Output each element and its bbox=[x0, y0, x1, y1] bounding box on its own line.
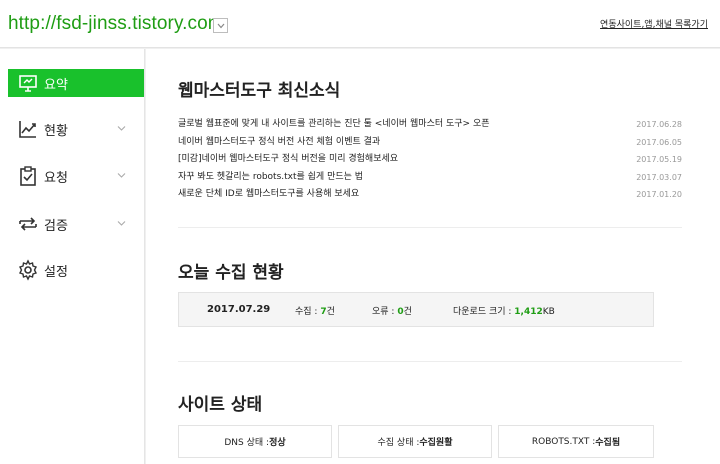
error-count: 오류 : 0건 bbox=[372, 307, 412, 317]
sidebar-item-label: 검증 bbox=[44, 218, 68, 234]
list-item[interactable]: [미감]네이버 웹마스터도구 정식 버전을 미리 경험해보세요 2017.05.… bbox=[178, 151, 682, 169]
collect-status-value: 수집원활 bbox=[419, 438, 453, 448]
top-header: http://fsd-jinss.tistory.com 연동사이트,앱,채널 … bbox=[0, 0, 720, 48]
site-dropdown-button[interactable] bbox=[213, 18, 228, 33]
stats-date: 2017.07.29 bbox=[207, 304, 271, 315]
today-section-title: 오늘 수집 현황 bbox=[178, 263, 284, 283]
sidebar-item-settings[interactable]: 설정 bbox=[8, 256, 144, 284]
list-item[interactable]: 글로벌 웹표준에 맞게 내 사이트를 관리하는 진단 툴 <네이버 웹마스터 도… bbox=[178, 116, 682, 134]
chevron-down-icon bbox=[117, 126, 126, 131]
chevron-down-icon bbox=[117, 173, 126, 178]
sidebar-item-status[interactable]: 현황 bbox=[8, 115, 144, 143]
section-divider bbox=[178, 227, 682, 228]
list-item[interactable]: 새로운 단체 ID로 웹마스터도구를 사용해 보세요 2017.01.20 bbox=[178, 186, 682, 204]
swap-arrows-icon bbox=[16, 212, 40, 236]
site-url[interactable]: http://fsd-jinss.tistory.com bbox=[8, 13, 224, 35]
chevron-down-icon bbox=[117, 221, 126, 226]
download-size: 다운로드 크기 : 1,412KB bbox=[453, 307, 555, 317]
dns-status-box: DNS 상태 : 정상 bbox=[178, 425, 332, 458]
robots-status-value: 수집됨 bbox=[595, 438, 621, 448]
robots-status-box: ROBOTS.TXT : 수집됨 bbox=[498, 425, 654, 458]
main-content: 웹마스터도구 최신소식 글로벌 웹표준에 맞게 내 사이트를 관리하는 진단 툴… bbox=[146, 49, 720, 464]
sidebar-item-label: 설정 bbox=[44, 264, 68, 280]
linked-sites-link[interactable]: 연동사이트,앱,채널 목록가기 bbox=[600, 17, 708, 30]
sidebar-item-verify[interactable]: 검증 bbox=[8, 210, 144, 238]
collect-count: 수집 : 7건 bbox=[295, 307, 335, 317]
section-divider bbox=[178, 361, 682, 362]
clipboard-check-icon bbox=[16, 164, 40, 188]
dns-status-value: 정상 bbox=[269, 438, 286, 448]
sidebar-item-request[interactable]: 요청 bbox=[8, 162, 144, 190]
list-item[interactable]: 네이버 웹마스터도구 정식 버전 사전 체험 이벤트 결과 2017.06.05 bbox=[178, 134, 682, 152]
sidebar: 요약 현황 요청 검증 설정 bbox=[0, 49, 145, 464]
chevron-down-icon bbox=[217, 23, 224, 28]
sidebar-item-label: 요약 bbox=[44, 77, 68, 93]
sidebar-item-summary[interactable]: 요약 bbox=[8, 69, 144, 97]
list-item[interactable]: 자꾸 봐도 헷갈리는 robots.txt를 쉽게 만드는 법 2017.03.… bbox=[178, 169, 682, 187]
news-list: 글로벌 웹표준에 맞게 내 사이트를 관리하는 진단 툴 <네이버 웹마스터 도… bbox=[178, 116, 682, 204]
trend-chart-icon bbox=[16, 117, 40, 141]
collect-status-box: 수집 상태 : 수집원활 bbox=[338, 425, 492, 458]
today-stats-bar: 2017.07.29 수집 : 7건 오류 : 0건 다운로드 크기 : 1,4… bbox=[178, 292, 654, 327]
news-section-title: 웹마스터도구 최신소식 bbox=[178, 81, 341, 101]
gear-icon bbox=[16, 258, 40, 282]
sidebar-item-label: 현황 bbox=[44, 123, 68, 139]
presentation-board-icon bbox=[16, 71, 40, 95]
sidebar-item-label: 요청 bbox=[44, 170, 68, 186]
site-status-section-title: 사이트 상태 bbox=[178, 395, 263, 415]
